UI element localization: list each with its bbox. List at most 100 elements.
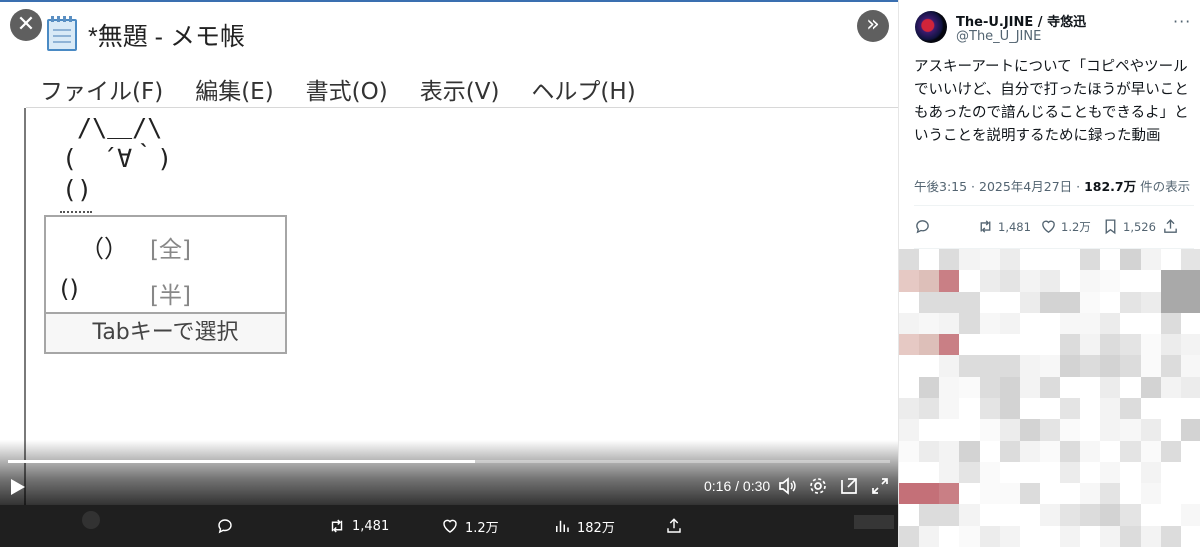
mosaic-tile: [919, 440, 941, 463]
mosaic-tile: [979, 461, 1001, 484]
volume-icon[interactable]: [777, 476, 797, 496]
tweet-reply-button[interactable]: [914, 218, 931, 235]
mosaic-tile: [979, 376, 1001, 399]
mosaic-tile: [1160, 291, 1182, 314]
mosaic-tile: [899, 440, 920, 463]
fullscreen-icon[interactable]: [870, 476, 890, 496]
retweet-icon: [331, 519, 343, 533]
notepad-icon: [47, 16, 77, 51]
bookmark-icon: [1105, 219, 1116, 235]
mosaic-tile: [1060, 398, 1082, 420]
mosaic-tile: [1120, 461, 1142, 484]
mosaic-tile: [1060, 461, 1082, 484]
mosaic-tile: [939, 525, 961, 547]
tweet-action-bar: 1,481 1.2万 1,526: [914, 218, 1194, 240]
mosaic-tile: [1080, 461, 1102, 484]
mosaic-tile: [1039, 376, 1061, 399]
mosaic-tile: [979, 398, 1001, 420]
picture-in-picture-icon[interactable]: [839, 476, 859, 496]
tweet-bookmark-button[interactable]: 1,526: [1102, 218, 1156, 235]
reply-button[interactable]: [216, 515, 240, 537]
menu-edit: 編集(E): [195, 79, 274, 105]
mosaic-tile: [1120, 249, 1142, 271]
mosaic-tile: [1060, 312, 1082, 335]
avatar[interactable]: [915, 11, 947, 43]
mosaic-tile: [1100, 525, 1122, 547]
share-button[interactable]: [665, 515, 689, 537]
mosaic-tile: [939, 249, 961, 271]
mosaic-tile: [1019, 525, 1041, 547]
mosaic-tile: [1120, 291, 1142, 314]
mosaic-tile: [1140, 270, 1162, 293]
mosaic-tile: [919, 504, 941, 527]
reply-icon: [218, 519, 232, 534]
tweet-retweet-button[interactable]: 1,481: [977, 218, 1031, 235]
mosaic-tile: [1180, 376, 1200, 399]
mosaic-tile: [1100, 291, 1122, 314]
video-player[interactable]: *無題 - メモ帳 ファイル(F) 編集(E) 書式(O) 表示(V) ヘルプ(…: [0, 0, 898, 547]
mosaic-tile: [959, 334, 981, 357]
settings-gear-icon[interactable]: [808, 476, 828, 496]
mosaic-tile: [1180, 312, 1200, 335]
close-icon[interactable]: ✕: [10, 9, 42, 41]
chevrons-right-icon[interactable]: »: [857, 10, 889, 42]
candidate-tag: [全]: [150, 237, 191, 263]
mosaic-tile: [979, 483, 1001, 506]
mosaic-tile: [1160, 440, 1182, 463]
mosaic-tile: [1140, 291, 1162, 314]
blurred-replies: [899, 249, 1200, 547]
like-button[interactable]: 1.2万: [441, 515, 499, 537]
mosaic-tile: [1140, 440, 1162, 463]
mosaic-tile: [1180, 525, 1200, 547]
heart-icon: [1042, 220, 1055, 233]
tweet-like-button[interactable]: 1.2万: [1040, 218, 1091, 235]
reply-icon: [916, 220, 929, 234]
mosaic-tile: [1120, 376, 1142, 399]
mosaic-tile: [899, 376, 920, 399]
video-time: 0:16 / 0:30: [704, 478, 771, 494]
mosaic-tile: [1140, 419, 1162, 442]
views-button[interactable]: 182万: [553, 515, 615, 537]
mosaic-tile: [1039, 291, 1061, 314]
mosaic-tile: [1019, 461, 1041, 484]
mosaic-tile: [999, 291, 1021, 314]
ime-candidate-halfwidth: () [半]: [46, 267, 285, 313]
progress-bar[interactable]: [8, 460, 890, 463]
mosaic-tile: [1140, 376, 1162, 399]
mosaic-tile: [999, 483, 1021, 506]
mosaic-tile: [1160, 376, 1182, 399]
mosaic-tile: [899, 483, 920, 506]
display-name[interactable]: The-U.JINE / 寺悠迅: [956, 11, 1086, 30]
mosaic-tile: [1039, 334, 1061, 357]
mosaic-tile: [1120, 334, 1142, 357]
mosaic-tile: [1019, 419, 1041, 442]
tweet-share-button[interactable]: [1162, 218, 1179, 235]
more-options-icon[interactable]: ···: [1173, 12, 1191, 31]
mosaic-tile: [959, 291, 981, 314]
mosaic-tile: [1019, 312, 1041, 335]
mosaic-tile: [939, 419, 961, 442]
mosaic-tile: [1160, 312, 1182, 335]
controls-gradient: [0, 440, 898, 505]
tweet-like-count: 1.2万: [1061, 219, 1091, 234]
mosaic-tile: [959, 461, 981, 484]
mosaic-tile: [1019, 355, 1041, 378]
retweet-button[interactable]: 1,481: [328, 515, 389, 537]
mosaic-tile: [919, 270, 941, 293]
mosaic-tile: [999, 270, 1021, 293]
mosaic-tile: [1019, 334, 1041, 357]
user-handle[interactable]: @The_U_JINE: [956, 29, 1041, 44]
mosaic-tile: [1039, 504, 1061, 527]
mosaic-tile: [959, 312, 981, 335]
tweet-timestamp[interactable]: 午後3:15 · 2025年4月27日 ·: [914, 179, 1084, 194]
screen: *無題 - メモ帳 ファイル(F) 編集(E) 書式(O) 表示(V) ヘルプ(…: [0, 0, 1200, 547]
mosaic-tile: [1120, 440, 1142, 463]
mosaic-tile: [1039, 440, 1061, 463]
mosaic-tile: [1100, 440, 1122, 463]
mosaic-tile: [999, 355, 1021, 378]
mosaic-tile: [939, 291, 961, 314]
mosaic-tile: [1180, 419, 1200, 442]
mosaic-tile: [1160, 334, 1182, 357]
play-icon[interactable]: [10, 478, 26, 496]
mosaic-tile: [999, 398, 1021, 420]
